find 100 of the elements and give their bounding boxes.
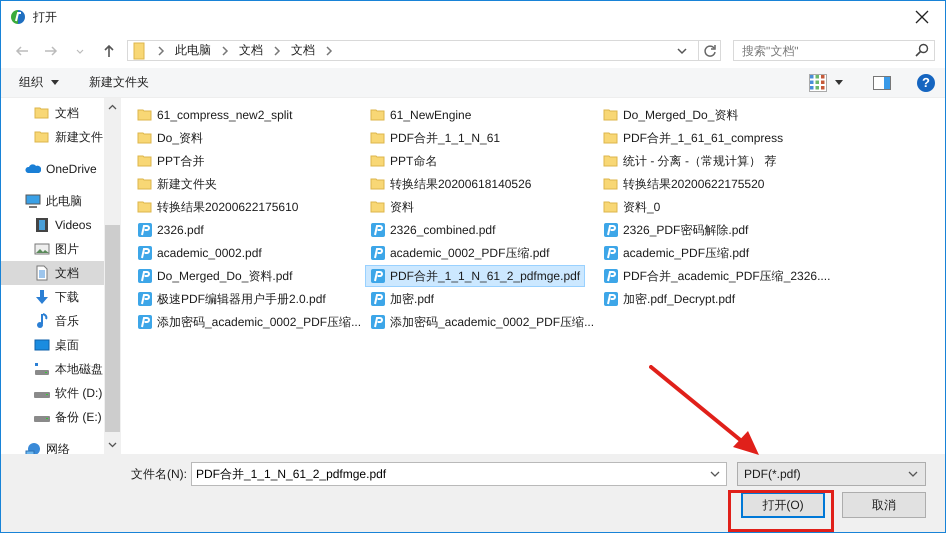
app-logo-icon xyxy=(10,9,26,25)
drive-icon xyxy=(34,392,50,398)
file-item[interactable]: 2326.pdf xyxy=(132,219,209,241)
sidebar-item[interactable]: 网络 xyxy=(1,437,104,454)
file-item[interactable]: PPT命名 xyxy=(365,150,442,172)
sidebar-item[interactable]: 图片 xyxy=(1,237,104,261)
view-grid-icon xyxy=(809,74,827,92)
file-item[interactable]: 添加密码_academic_0002_PDF压缩... xyxy=(365,311,600,333)
file-item[interactable]: 极速PDF编辑器用户手册2.0.pdf xyxy=(132,288,331,310)
file-item[interactable]: PDF合并_1_1_N_61 xyxy=(365,127,506,149)
forward-arrow-icon xyxy=(44,44,58,58)
folder-icon xyxy=(137,199,153,215)
folder-icon xyxy=(370,199,386,215)
file-item[interactable]: Do_Merged_Do_资料.pdf xyxy=(132,265,298,287)
breadcrumb-item[interactable]: 文档 xyxy=(239,42,263,59)
file-item[interactable]: 61_NewEngine xyxy=(365,104,476,126)
scrollbar[interactable] xyxy=(104,98,121,454)
file-item[interactable]: 转换结果20200618140526 xyxy=(365,173,536,195)
pane-icon xyxy=(873,76,891,90)
file-item[interactable]: 转换结果20200622175610 xyxy=(132,196,304,218)
document-icon xyxy=(137,314,153,330)
folder-icon xyxy=(137,130,153,146)
document-icon xyxy=(137,268,153,284)
picture-icon xyxy=(34,241,50,257)
folder-icon xyxy=(34,129,50,145)
folder-icon xyxy=(603,176,619,192)
cancel-button[interactable]: 取消 xyxy=(842,492,926,518)
network-icon xyxy=(25,441,41,454)
folder-icon xyxy=(603,153,619,169)
caret-icon xyxy=(835,80,843,85)
file-item[interactable]: 资料_0 xyxy=(598,196,666,218)
caret-icon xyxy=(51,80,59,85)
file-item[interactable]: academic_PDF压缩.pdf xyxy=(598,242,754,264)
sidebar-item[interactable]: 桌面 xyxy=(1,333,104,357)
search-field[interactable]: 搜索"文档" xyxy=(733,40,935,61)
document-icon xyxy=(370,314,386,330)
search-icon xyxy=(915,43,929,57)
chevron-right-icon xyxy=(273,44,281,56)
filename-field[interactable]: PDF合并_1_1_N_61_2_pdfmge.pdf xyxy=(191,462,727,486)
folder-icon xyxy=(603,199,619,215)
scrollbar-thumb[interactable] xyxy=(105,225,120,432)
sidebar-item[interactable]: 新建文件 xyxy=(1,125,104,149)
file-item[interactable]: 添加密码_academic_0002_PDF压缩... xyxy=(132,311,366,333)
file-item[interactable]: 61_compress_new2_split xyxy=(132,104,298,126)
address-bar[interactable]: 此电脑 文档 文档 xyxy=(127,40,721,61)
sidebar-item[interactable]: 备份 (E:) xyxy=(1,405,104,429)
sidebar-item[interactable]: OneDrive xyxy=(1,157,104,181)
file-type-dropdown[interactable]: PDF(*.pdf) xyxy=(737,462,926,486)
document-icon xyxy=(370,268,386,284)
folder-icon xyxy=(370,107,386,123)
breadcrumb-item[interactable]: 此电脑 xyxy=(175,42,211,59)
document-icon xyxy=(34,265,50,281)
file-item[interactable]: 资料 xyxy=(365,196,419,218)
monitor-icon xyxy=(25,193,41,209)
file-item[interactable]: PDF合并_1_1_N_61_2_pdfmge.pdf xyxy=(365,265,586,287)
folder-icon xyxy=(370,176,386,192)
file-item[interactable]: PDF合并_1_61_61_compress xyxy=(598,127,788,149)
film-icon xyxy=(34,217,50,233)
document-icon xyxy=(603,222,619,238)
file-item[interactable]: 2326_combined.pdf xyxy=(365,219,500,241)
breadcrumb-item[interactable]: 文档 xyxy=(291,42,315,59)
file-item[interactable]: academic_0002_PDF压缩.pdf xyxy=(365,242,554,264)
sidebar-item[interactable]: 本地磁盘 xyxy=(1,357,104,381)
document-icon xyxy=(137,245,153,261)
file-item[interactable]: 2326_PDF密码解除.pdf xyxy=(598,219,754,241)
up-arrow-icon xyxy=(102,44,116,58)
file-item[interactable]: PPT合并 xyxy=(132,150,210,172)
file-item[interactable]: 新建文件夹 xyxy=(132,173,222,195)
help-button[interactable]: ? xyxy=(917,74,935,92)
window-title: 打开 xyxy=(33,8,57,26)
file-item[interactable]: 转换结果20200622175520 xyxy=(598,173,770,195)
sidebar-item[interactable]: 下载 xyxy=(1,285,104,309)
chevron-down-icon xyxy=(108,442,117,448)
refresh-icon xyxy=(702,44,716,58)
file-item[interactable]: 加密.pdf_Decrypt.pdf xyxy=(598,288,740,310)
sidebar-item[interactable]: 文档 xyxy=(1,101,104,125)
sidebar-item[interactable]: 此电脑 xyxy=(1,189,104,213)
open-button[interactable]: 打开(O) xyxy=(741,492,825,518)
folder-icon xyxy=(137,153,153,169)
folder-icon xyxy=(133,42,147,60)
file-item[interactable]: PDF合并_academic_PDF压缩_2326.... xyxy=(598,265,836,287)
chevron-right-icon xyxy=(157,44,165,56)
document-icon xyxy=(603,245,619,261)
sidebar-item[interactable]: 音乐 xyxy=(1,309,104,333)
drive-icon xyxy=(34,416,50,422)
file-item[interactable]: 统计 - 分离 -（常规计算） 荐 xyxy=(598,150,782,172)
folder-icon xyxy=(370,130,386,146)
document-icon xyxy=(603,268,619,284)
new-folder-button[interactable]: 新建文件夹 xyxy=(83,71,155,94)
sidebar-item[interactable]: 软件 (D:) xyxy=(1,381,104,405)
file-item[interactable]: Do_Merged_Do_资料 xyxy=(598,104,744,126)
file-item[interactable]: Do_资料 xyxy=(132,127,208,149)
file-item[interactable]: academic_0002.pdf xyxy=(132,242,267,264)
file-item[interactable]: 加密.pdf xyxy=(365,288,440,310)
sidebar-item[interactable]: Videos xyxy=(1,213,104,237)
folder-icon xyxy=(137,107,153,123)
organize-menu-button[interactable]: 组织 xyxy=(13,71,65,94)
chevron-right-icon xyxy=(221,44,229,56)
sidebar-item[interactable]: 文档 xyxy=(1,261,104,285)
monitor-icon xyxy=(34,337,50,353)
